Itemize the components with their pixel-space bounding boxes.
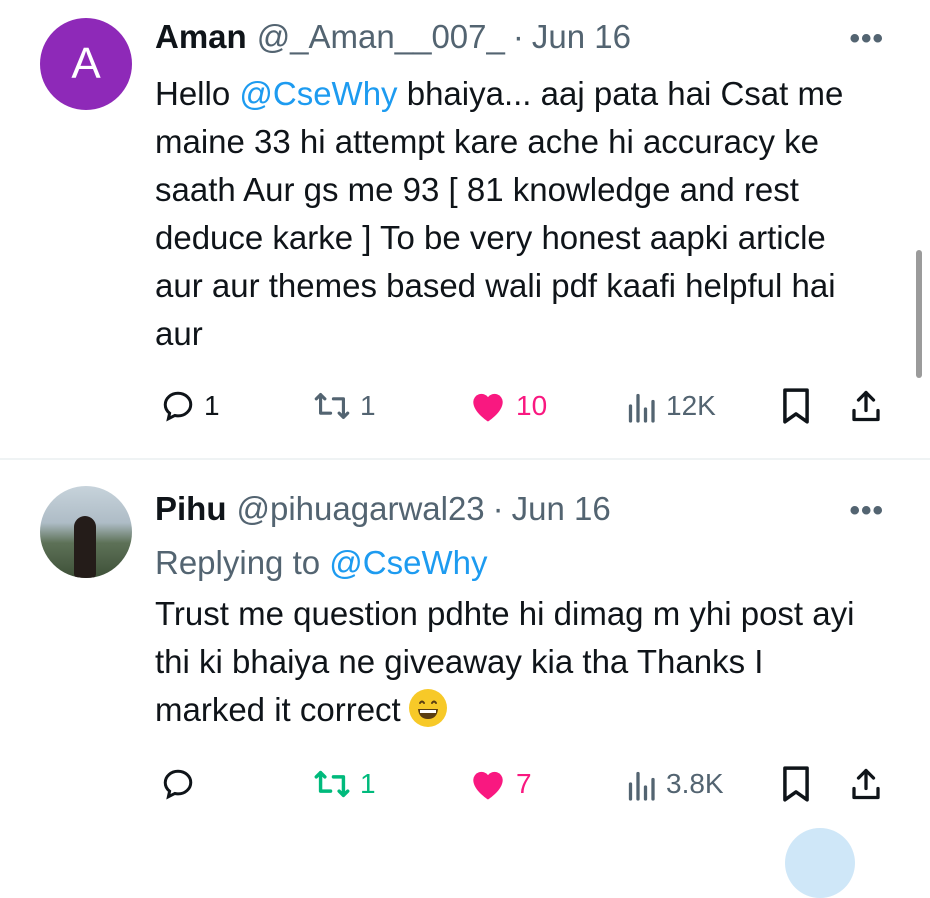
like-count: 10 — [516, 390, 548, 421]
views-button[interactable]: 12K — [624, 386, 716, 426]
share-icon — [852, 768, 880, 800]
like-count: 7 — [516, 768, 532, 799]
like-button[interactable]: 10 — [468, 386, 547, 426]
replying-to-mention[interactable]: @CseWhy — [329, 544, 487, 581]
heart-filled-icon — [473, 771, 503, 800]
views-button[interactable]: 3.8K — [624, 764, 724, 804]
retweet-icon — [314, 770, 350, 798]
tweet-header: Pihu @pihuagarwal23 · Jun 16 — [155, 490, 611, 534]
views-chart-icon — [628, 393, 655, 423]
reply-button[interactable]: 1 — [160, 386, 220, 426]
heart-filled-icon — [473, 393, 503, 422]
replying-to: Replying to @CseWhy — [155, 544, 487, 582]
views-chart-icon — [628, 771, 655, 801]
author-handle[interactable]: @_Aman__007_ — [257, 18, 505, 56]
author-name[interactable]: Pihu — [155, 490, 227, 528]
action-bar: 1 7 3.8K — [0, 764, 930, 804]
mention-link[interactable]: @CseWhy — [239, 75, 397, 112]
retweet-button[interactable]: 1 — [312, 764, 376, 804]
tweet-aman[interactable]: A Aman @_Aman__007_ · Jun 16 ••• Hello @… — [0, 0, 930, 458]
avatar[interactable] — [40, 486, 132, 578]
share-button[interactable] — [848, 764, 884, 804]
reply-icon — [163, 769, 193, 800]
more-options-icon[interactable]: ••• — [849, 22, 884, 56]
views-count: 12K — [666, 390, 716, 421]
post-date[interactable]: Jun 16 — [512, 490, 611, 528]
retweet-count: 1 — [360, 768, 376, 799]
grinning-face-emoji-icon — [408, 689, 447, 727]
reply-button[interactable] — [160, 764, 196, 804]
like-button[interactable]: 7 — [468, 764, 532, 804]
tweet-pihu[interactable]: Pihu @pihuagarwal23 · Jun 16 ••• Replyin… — [0, 462, 930, 836]
reply-icon — [163, 391, 193, 422]
separator-dot: · — [492, 490, 504, 527]
separator-dot: · — [512, 18, 524, 55]
tweet-divider — [0, 458, 930, 460]
replying-prefix: Replying to — [155, 544, 330, 581]
post-date[interactable]: Jun 16 — [532, 18, 631, 56]
share-icon — [852, 390, 880, 422]
person-silhouette — [74, 516, 96, 578]
author-name[interactable]: Aman — [155, 18, 247, 56]
tweet-text-content: Trust me question pdhte hi dimag m yhi p… — [155, 595, 855, 728]
action-bar: 1 1 10 12K — [0, 386, 930, 426]
bookmark-button[interactable] — [780, 386, 812, 426]
tweet-text: Trust me question pdhte hi dimag m yhi p… — [155, 590, 875, 734]
author-handle[interactable]: @pihuagarwal23 — [237, 490, 485, 528]
bookmark-button[interactable] — [780, 764, 812, 804]
retweet-button[interactable]: 1 — [312, 386, 376, 426]
text-before: Hello — [155, 75, 240, 112]
text-after: bhaiya... aaj pata hai Csat me maine 33 … — [155, 75, 844, 352]
reply-count: 1 — [204, 390, 220, 421]
tweet-header: Aman @_Aman__007_ · Jun 16 — [155, 18, 631, 62]
compose-fab-button[interactable] — [785, 828, 855, 898]
tweet-text: Hello @CseWhy bhaiya... aaj pata hai Csa… — [155, 70, 875, 358]
more-options-icon[interactable]: ••• — [849, 494, 884, 528]
share-button[interactable] — [848, 386, 884, 426]
retweet-icon — [314, 393, 350, 419]
retweet-count: 1 — [360, 390, 376, 421]
bookmark-icon — [783, 388, 809, 424]
avatar[interactable]: A — [40, 18, 132, 110]
scrollbar[interactable] — [916, 250, 922, 378]
bookmark-icon — [783, 766, 809, 802]
views-count: 3.8K — [666, 768, 724, 799]
